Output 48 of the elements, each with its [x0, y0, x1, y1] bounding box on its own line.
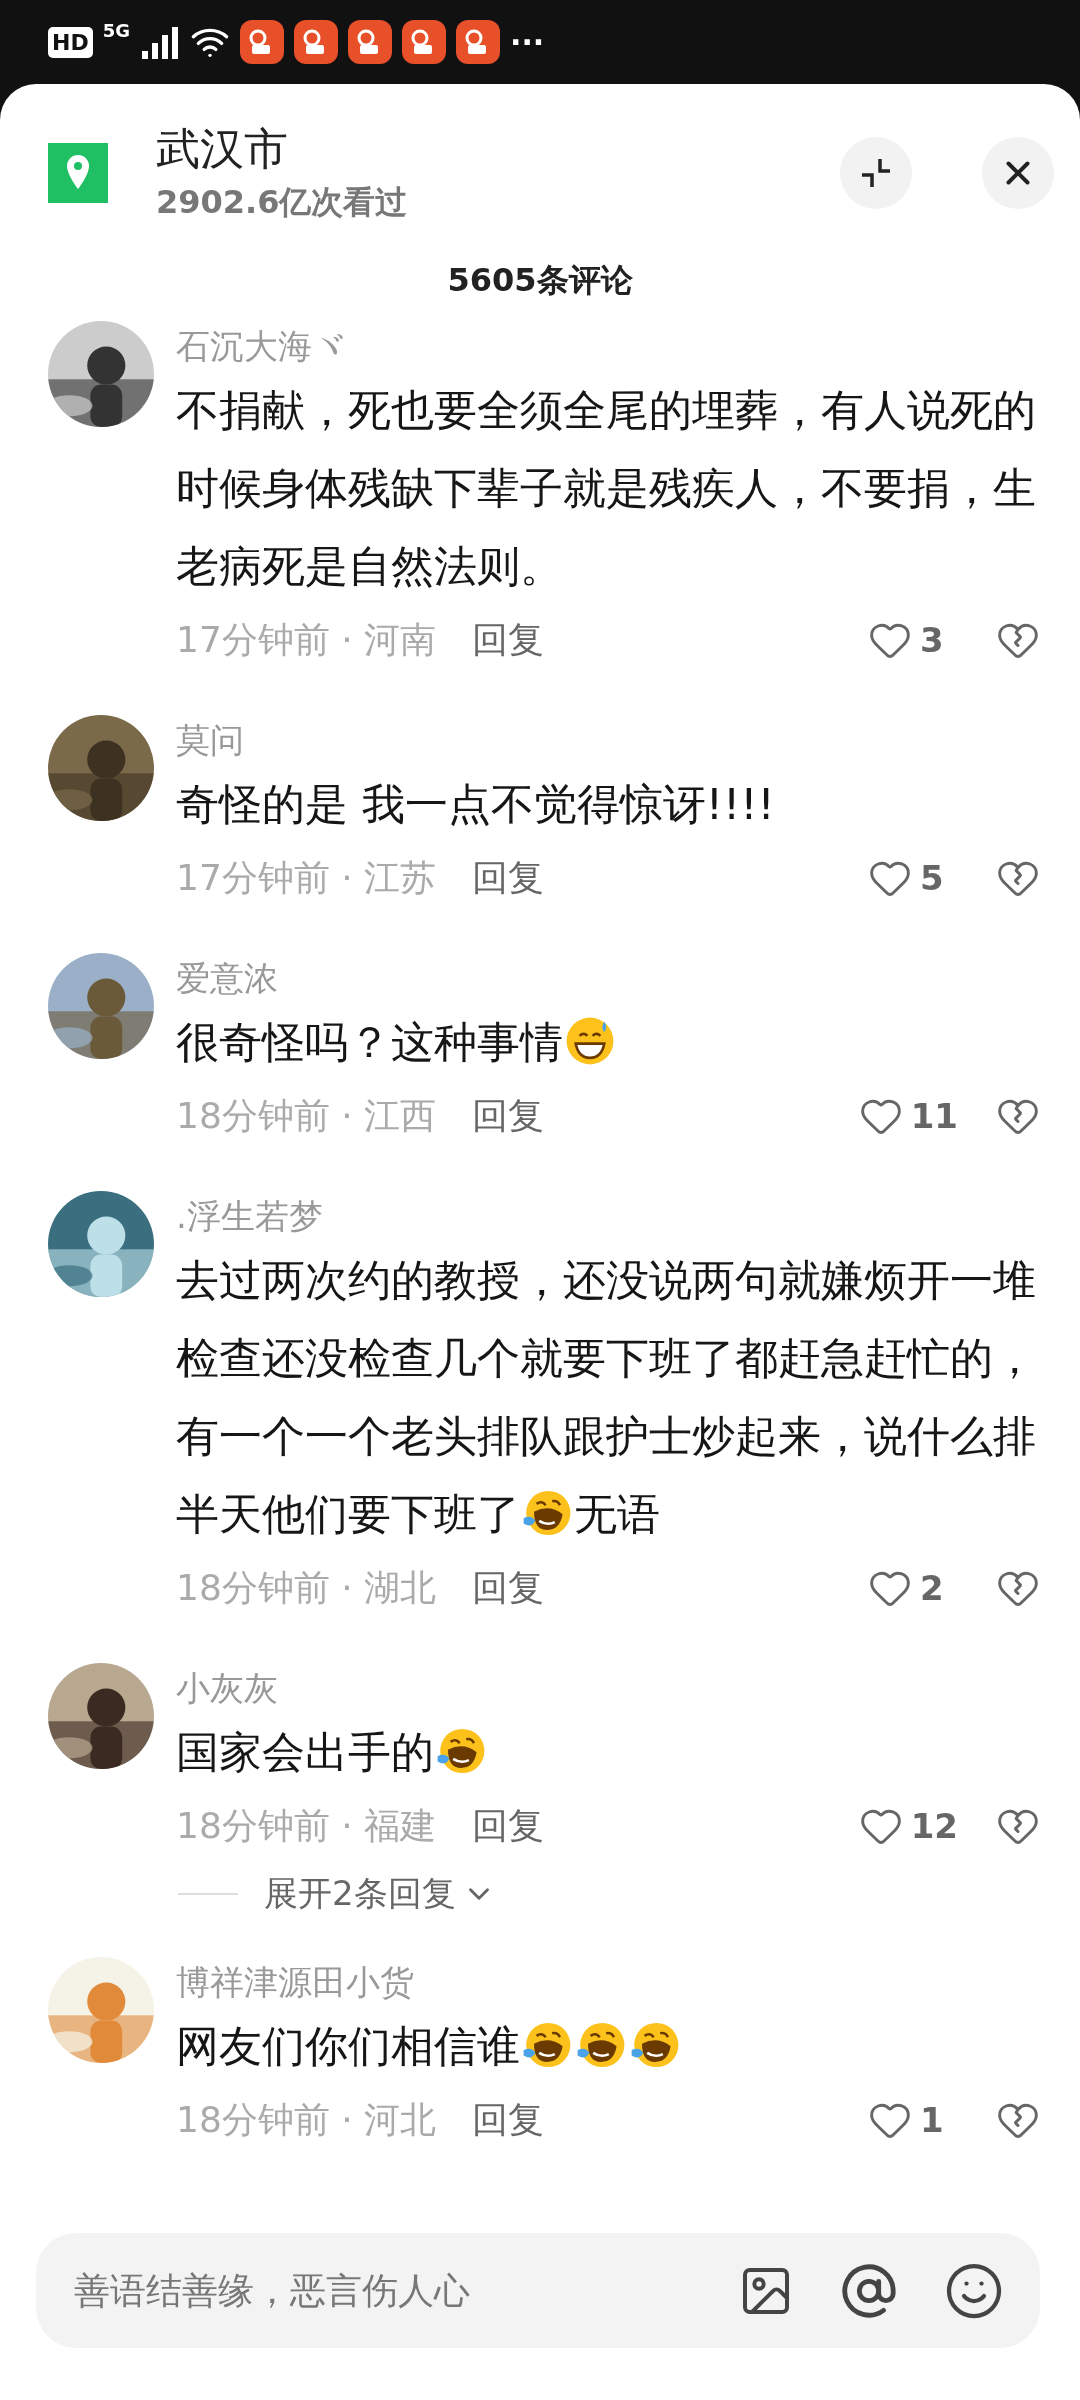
comment-text: 很奇怪吗？这种事情 [176, 1003, 1040, 1081]
network-type: 5G [102, 20, 130, 41]
comment-meta: 18分钟前 · 湖北 [176, 1565, 437, 1610]
location-title: 武汉市 [156, 122, 289, 176]
app-notification-icon [402, 20, 446, 64]
comment-input[interactable]: 善语结善缘，恶言伤人心 [72, 2269, 692, 2312]
app-notification-icon [348, 20, 392, 64]
comment-meta: 17分钟前 · 江苏 [176, 855, 437, 900]
at-sign-icon [840, 2261, 898, 2320]
reply-button[interactable]: 回复 [472, 2095, 545, 2145]
like-button[interactable]: 5 [868, 856, 958, 900]
like-button[interactable]: 3 [868, 618, 958, 662]
comment-meta: 17分钟前 · 河南 [176, 617, 437, 662]
commenter-name: 莫问 [176, 719, 245, 762]
like-button[interactable]: 1 [868, 2098, 958, 2142]
app-notification-icon [456, 20, 500, 64]
comment-text: 奇怪的是 我一点不觉得惊讶!!!! [176, 778, 776, 831]
commenter-name: .浮生若梦 [176, 1195, 324, 1238]
expand-replies-button[interactable]: 展开2条回复 [264, 1871, 496, 1917]
like-button[interactable]: 12 [858, 1804, 958, 1848]
comment-meta: 18分钟前 · 福建 [176, 1803, 437, 1848]
reply-button[interactable]: 回复 [472, 853, 545, 903]
reply-button[interactable]: 回复 [472, 1801, 545, 1851]
location-pin-icon [48, 142, 108, 203]
like-button[interactable]: 11 [858, 1094, 958, 1138]
comment-meta: 18分钟前 · 河北 [176, 2097, 437, 2142]
more-notifications: ··· [510, 24, 545, 60]
comment-text: 去过两次约的教授，还没说两句就嫌烦开一堆检查还没检查几个就要下班了都赶急赶忙的，有一个一个老头排队跟护士炒起来，说什么排半天他们要下班了 无语 [176, 1254, 1037, 1541]
comment-count: 5605条评论 [446, 260, 634, 301]
comment-text: 国家会出手的 [176, 1713, 1040, 1791]
app-notification-icon [294, 20, 338, 64]
reply-button[interactable]: 回复 [472, 615, 545, 665]
signal-icon [140, 25, 180, 59]
comment-text: 不捐献，死也要全须全尾的埋葬，有人说死的时候身体残缺下辈子就是残疾人，不要捐，生老病死是自然法则。 [176, 384, 1037, 593]
commenter-name: 石沉大海ヾ [176, 325, 347, 368]
reply-button[interactable]: 回复 [472, 1563, 545, 1613]
comment-meta: 18分钟前 · 江西 [176, 1093, 437, 1138]
commenter-name: 小灰灰 [176, 1667, 279, 1710]
like-button[interactable]: 2 [868, 1566, 958, 1610]
commenter-name: 博祥津源田小货 [176, 1961, 415, 2004]
commenter-name: 爱意浓 [176, 957, 279, 1000]
sweat-smile-emoji-icon [564, 1015, 616, 1067]
view-count: 2902.6亿次看过 [156, 182, 409, 223]
hd-indicator: HD [48, 26, 93, 58]
reply-button[interactable]: 回复 [472, 1091, 545, 1141]
mention-button[interactable] [840, 2261, 898, 2320]
app-notification-icon [240, 20, 284, 64]
comment-text: 网友们你们相信谁 [176, 2007, 1040, 2085]
